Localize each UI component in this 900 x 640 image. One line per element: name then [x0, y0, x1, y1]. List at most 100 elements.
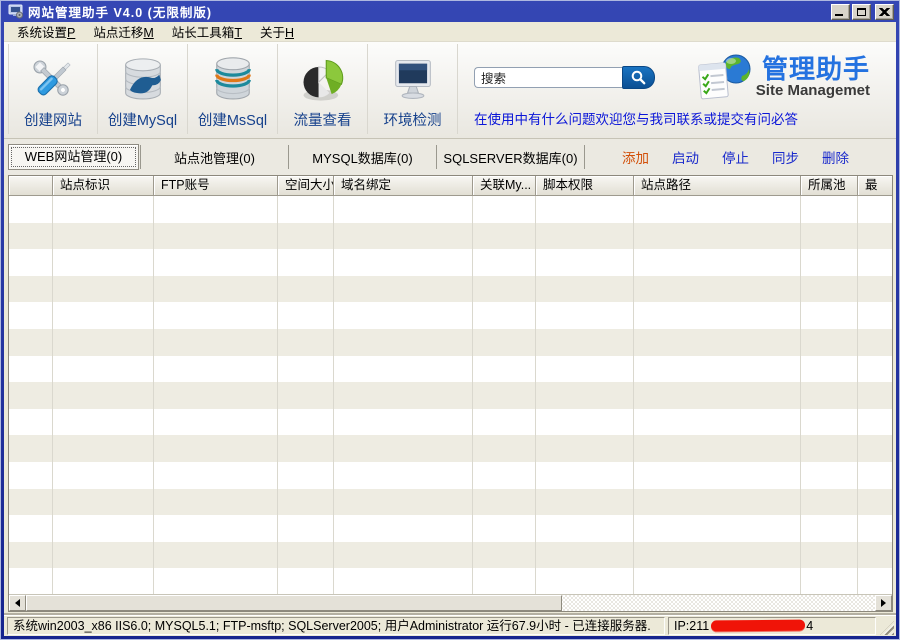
action-delete[interactable]: 删除	[822, 147, 849, 167]
table-cell	[536, 542, 634, 569]
table-cell	[154, 542, 278, 569]
menu-bar: 系统设置P 站点迁移M 站长工具箱T 关于H	[4, 22, 896, 42]
table-cell	[858, 542, 892, 569]
menu-item-webmaster-toolbox[interactable]: 站长工具箱T	[163, 20, 251, 43]
resize-grip[interactable]	[879, 617, 894, 635]
table-cell	[53, 568, 154, 594]
menu-item-site-migration[interactable]: 站点迁移M	[84, 20, 162, 43]
action-start[interactable]: 启动	[672, 147, 699, 167]
tab-separator	[140, 145, 141, 169]
table-cell	[53, 196, 154, 223]
window-controls	[829, 4, 894, 20]
traffic-pie-chart-icon	[297, 54, 349, 106]
table-cell	[634, 435, 801, 462]
table-cell	[634, 223, 801, 250]
table-cell	[154, 302, 278, 329]
table-cell	[634, 249, 801, 276]
tab-separator	[288, 145, 289, 169]
table-cell	[9, 302, 53, 329]
create-site-tools-icon	[27, 54, 79, 106]
table-cell	[634, 276, 801, 303]
tab-sqlserver-databases[interactable]: SQLSERVER数据库(0)	[438, 148, 583, 167]
column-header[interactable]: 域名绑定	[334, 176, 473, 196]
table-cell	[634, 302, 801, 329]
toolbar-button-create-mysql[interactable]: 创建MySql	[98, 44, 188, 134]
table-cell	[634, 329, 801, 356]
search-button[interactable]	[622, 66, 655, 89]
column-header[interactable]: 脚本权限	[536, 176, 634, 196]
table-cell	[278, 568, 334, 594]
maximize-button[interactable]	[852, 4, 871, 20]
column-header[interactable]: 最	[858, 176, 892, 196]
table-row	[9, 515, 892, 542]
table-cell	[473, 276, 536, 303]
table-cell	[473, 568, 536, 594]
table-cell	[801, 542, 858, 569]
menu-item-about[interactable]: 关于H	[251, 20, 303, 43]
table-cell	[278, 462, 334, 489]
table-cell	[154, 276, 278, 303]
table-cell	[154, 515, 278, 542]
tab-mysql-databases[interactable]: MYSQL数据库(0)	[290, 148, 435, 167]
table-cell	[53, 276, 154, 303]
table-cell	[801, 435, 858, 462]
app-window: 网站管理助手 V4.0 (无限制版) 系统设置P 站点迁移M 站长工具箱T 关于…	[0, 0, 900, 640]
table-cell	[9, 223, 53, 250]
table-cell	[801, 568, 858, 594]
column-header[interactable]: 关联My...	[473, 176, 536, 196]
table-cell	[334, 329, 473, 356]
column-header[interactable]: 所属池	[801, 176, 858, 196]
toolbar-button-traffic-view[interactable]: 流量查看	[278, 44, 368, 134]
table-row	[9, 435, 892, 462]
toolbar-button-create-site[interactable]: 创建网站	[8, 44, 98, 134]
horizontal-scrollbar[interactable]	[9, 594, 892, 611]
action-sync[interactable]: 同步	[772, 147, 799, 167]
table-cell	[334, 568, 473, 594]
table-cell	[154, 356, 278, 383]
table-cell	[634, 489, 801, 516]
table-cell	[334, 515, 473, 542]
table-cell	[278, 249, 334, 276]
table-cell	[858, 568, 892, 594]
table-cell	[858, 329, 892, 356]
column-header[interactable]: 空间大小	[278, 176, 334, 196]
maximize-icon	[857, 8, 866, 16]
support-tip: 在使用中有什么问题欢迎您与我司联系或提交有问必答	[474, 108, 798, 128]
table-cell	[473, 249, 536, 276]
table-cell	[9, 515, 53, 542]
tab-separator	[584, 145, 585, 169]
column-header-empty[interactable]	[9, 176, 53, 196]
table-cell	[536, 462, 634, 489]
scroll-right-button[interactable]	[875, 595, 892, 611]
column-header[interactable]: FTP账号	[154, 176, 278, 196]
tab-site-pool-management[interactable]: 站点池管理(0)	[142, 148, 287, 167]
toolbar-button-create-mssql[interactable]: 创建MsSql	[188, 44, 278, 134]
minimize-button[interactable]	[831, 4, 850, 20]
search-area	[474, 66, 655, 89]
table-row	[9, 542, 892, 569]
scroll-left-button[interactable]	[9, 595, 26, 611]
table-cell	[801, 489, 858, 516]
table-cell	[53, 223, 154, 250]
table-cell	[53, 356, 154, 383]
search-input[interactable]	[474, 67, 622, 88]
table-cell	[154, 223, 278, 250]
action-add[interactable]: 添加	[622, 147, 649, 167]
column-header[interactable]: 站点路径	[634, 176, 801, 196]
brand-text: 管理助手 Site Managemet	[756, 55, 870, 99]
table-cell	[634, 382, 801, 409]
column-header[interactable]: 站点标识	[53, 176, 154, 196]
table-cell	[858, 356, 892, 383]
scrollbar-thumb[interactable]	[26, 595, 562, 611]
table-cell	[858, 249, 892, 276]
action-stop[interactable]: 停止	[722, 147, 749, 167]
close-button[interactable]	[875, 4, 894, 20]
table-cell	[278, 409, 334, 436]
table-cell	[858, 382, 892, 409]
menu-item-system-settings[interactable]: 系统设置P	[8, 20, 84, 43]
toolbar-button-env-check[interactable]: 环境检测	[368, 44, 458, 134]
tab-web-site-management[interactable]: WEB网站管理(0)	[8, 144, 139, 170]
site-management-logo-icon	[698, 50, 754, 104]
table-cell	[334, 276, 473, 303]
table-cell	[536, 196, 634, 223]
